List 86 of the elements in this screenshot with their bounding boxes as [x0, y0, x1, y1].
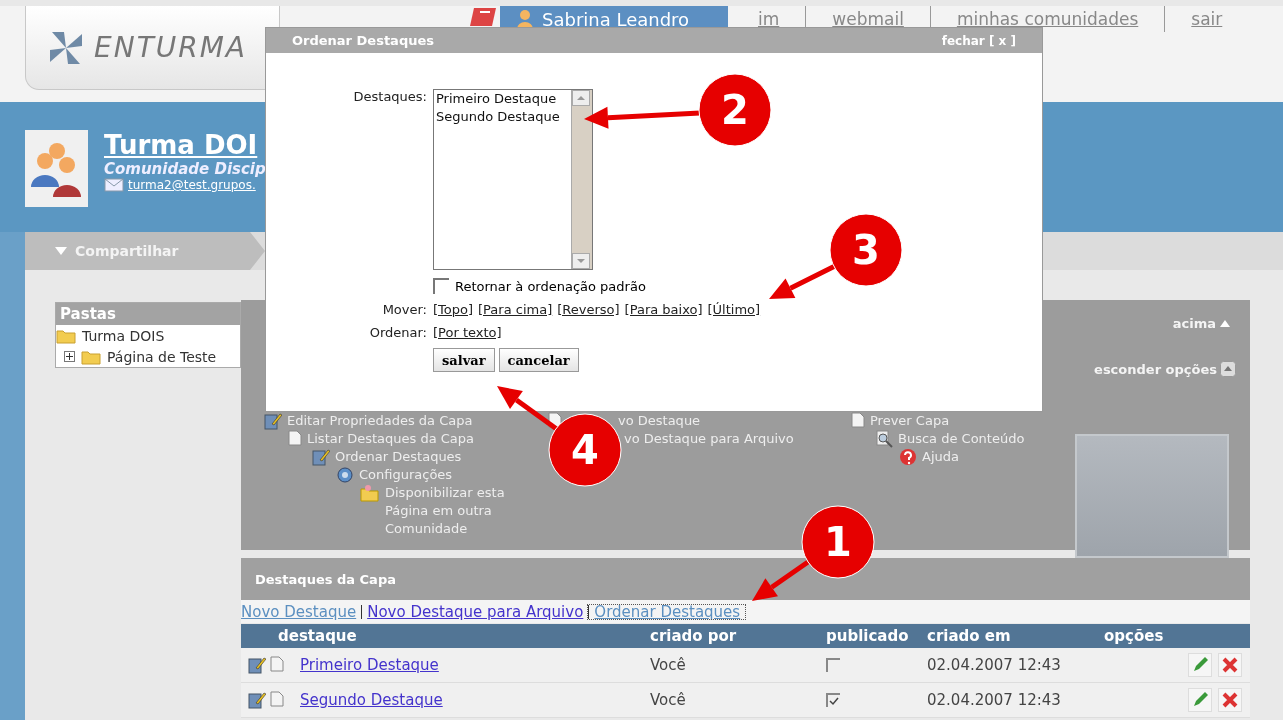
document-icon	[288, 430, 302, 446]
pencil-icon	[1191, 691, 1209, 709]
delete-button[interactable]	[1218, 653, 1242, 677]
menu-link[interactable]: Editar Propriedades da Capa	[287, 412, 473, 430]
delete-button[interactable]	[1218, 688, 1242, 712]
pencil-document-icon	[312, 448, 330, 466]
table-cell-text: Você	[650, 656, 687, 674]
menu-link[interactable]: Listar Destaques da Capa	[307, 430, 475, 448]
column-header: destaque	[278, 627, 358, 645]
menu-link[interactable]: vo Destaque para Arquivo	[624, 430, 794, 448]
logo[interactable]: ENTURMA	[25, 6, 280, 90]
save-button[interactable]: salvar	[433, 348, 495, 372]
email-link[interactable]: turma2@test.grupos.	[128, 178, 256, 192]
triangle-down-icon	[55, 247, 67, 255]
action-link[interactable]: Novo Destaque	[241, 604, 362, 619]
column-header: publicado	[826, 627, 910, 645]
action-link[interactable]: Novo Destaque para Arquivo	[361, 604, 589, 619]
cancel-button[interactable]: cancelar	[498, 348, 579, 372]
close-icon	[1221, 656, 1239, 674]
header-link[interactable]: sair	[1164, 6, 1249, 32]
checkbox[interactable]	[433, 278, 449, 294]
magnifier-icon	[875, 430, 893, 448]
menu-link[interactable]: Ajuda	[922, 448, 959, 466]
triangle-up-icon	[1220, 320, 1230, 327]
arrow	[769, 263, 837, 299]
pencil-document-icon	[248, 691, 266, 709]
section-header: Destaques da Capa	[241, 558, 1250, 600]
scroll-down-icon	[572, 253, 590, 269]
edit-button[interactable]	[1188, 688, 1212, 712]
move-link[interactable]: [Topo]	[433, 302, 474, 317]
checkbox-label: Retornar à ordenação padrão	[455, 278, 646, 294]
menu-link[interactable]: Ordenar Destaques	[335, 448, 462, 466]
arrow	[752, 559, 810, 601]
menu-link[interactable]: Busca de Conteúdo	[898, 430, 1025, 448]
list-option[interactable]: Segundo Destaque	[434, 108, 571, 126]
move-link[interactable]: [Para cima]	[478, 302, 553, 317]
folder-item[interactable]: Turma DOIS	[82, 327, 165, 344]
expand-icon[interactable]	[64, 351, 75, 362]
menu-link[interactable]: vo Destaque	[618, 412, 701, 430]
dialog-title: Ordenar Destaques	[292, 33, 434, 48]
column-header: criado em	[927, 627, 1012, 645]
table-cell-text: 02.04.2007 12:43	[927, 691, 1062, 709]
number-badge: 3	[829, 213, 903, 287]
community-subtitle: Comunidade Discip	[104, 160, 266, 178]
number-badge: 2	[698, 73, 772, 147]
folder-icon	[56, 327, 76, 344]
pencil-document-icon	[264, 412, 282, 430]
number-badge: 1	[801, 505, 875, 579]
edit-button[interactable]	[1188, 653, 1212, 677]
document-icon	[270, 656, 284, 672]
item-link[interactable]: Segundo Destaque	[300, 691, 650, 709]
menu-link[interactable]: Configurações	[359, 466, 453, 484]
action-link[interactable]: Ordenar Destaques	[588, 604, 746, 619]
table-cell-text: Você	[650, 691, 687, 709]
list-box[interactable]: Primeiro Destaque Segundo Destaque	[433, 89, 593, 270]
folder-icon	[81, 348, 101, 365]
item-link[interactable]: Primeiro Destaque	[300, 656, 650, 674]
top-link[interactable]: acima	[1172, 316, 1230, 331]
scroll-up-icon	[572, 90, 590, 106]
list-option[interactable]: Primeiro Destaque	[434, 90, 571, 108]
folders-title: Pastas	[56, 303, 240, 325]
user-name: Sabrina Leandro	[542, 8, 690, 30]
folder-person-icon	[360, 484, 380, 502]
collapse-icon	[1220, 361, 1236, 377]
hide-options-link[interactable]: esconder opções	[1094, 361, 1217, 377]
menu-link[interactable]: Prever Capa	[870, 412, 950, 430]
column-header: opções	[1104, 627, 1165, 645]
move-link[interactable]: [Para baixo]	[624, 302, 703, 317]
community-title[interactable]: Turma DOI	[104, 130, 266, 160]
close-link[interactable]: fechar [ x ]	[941, 33, 1016, 48]
close-icon	[1221, 691, 1239, 709]
sort-link[interactable]: [Por texto]	[433, 325, 502, 340]
document-icon	[270, 691, 284, 707]
move-link[interactable]: [Reverso]	[557, 302, 620, 317]
help-icon	[899, 448, 917, 466]
move-link[interactable]: [Último]	[707, 302, 761, 317]
column-header: criado por	[650, 627, 738, 645]
field-label: Mover:	[381, 302, 427, 317]
pencil-icon	[1191, 656, 1209, 674]
menu-link[interactable]: Disponibilizar esta Página em outra Comunidade	[385, 484, 520, 538]
pencil-document-icon	[248, 656, 266, 674]
field-label: Destaques:	[352, 89, 427, 106]
envelope-icon	[104, 178, 124, 192]
table-cell-text: 02.04.2007 12:43	[927, 656, 1062, 674]
field-label: Ordenar:	[368, 325, 427, 340]
folder-item[interactable]: Página de Teste	[107, 348, 217, 365]
